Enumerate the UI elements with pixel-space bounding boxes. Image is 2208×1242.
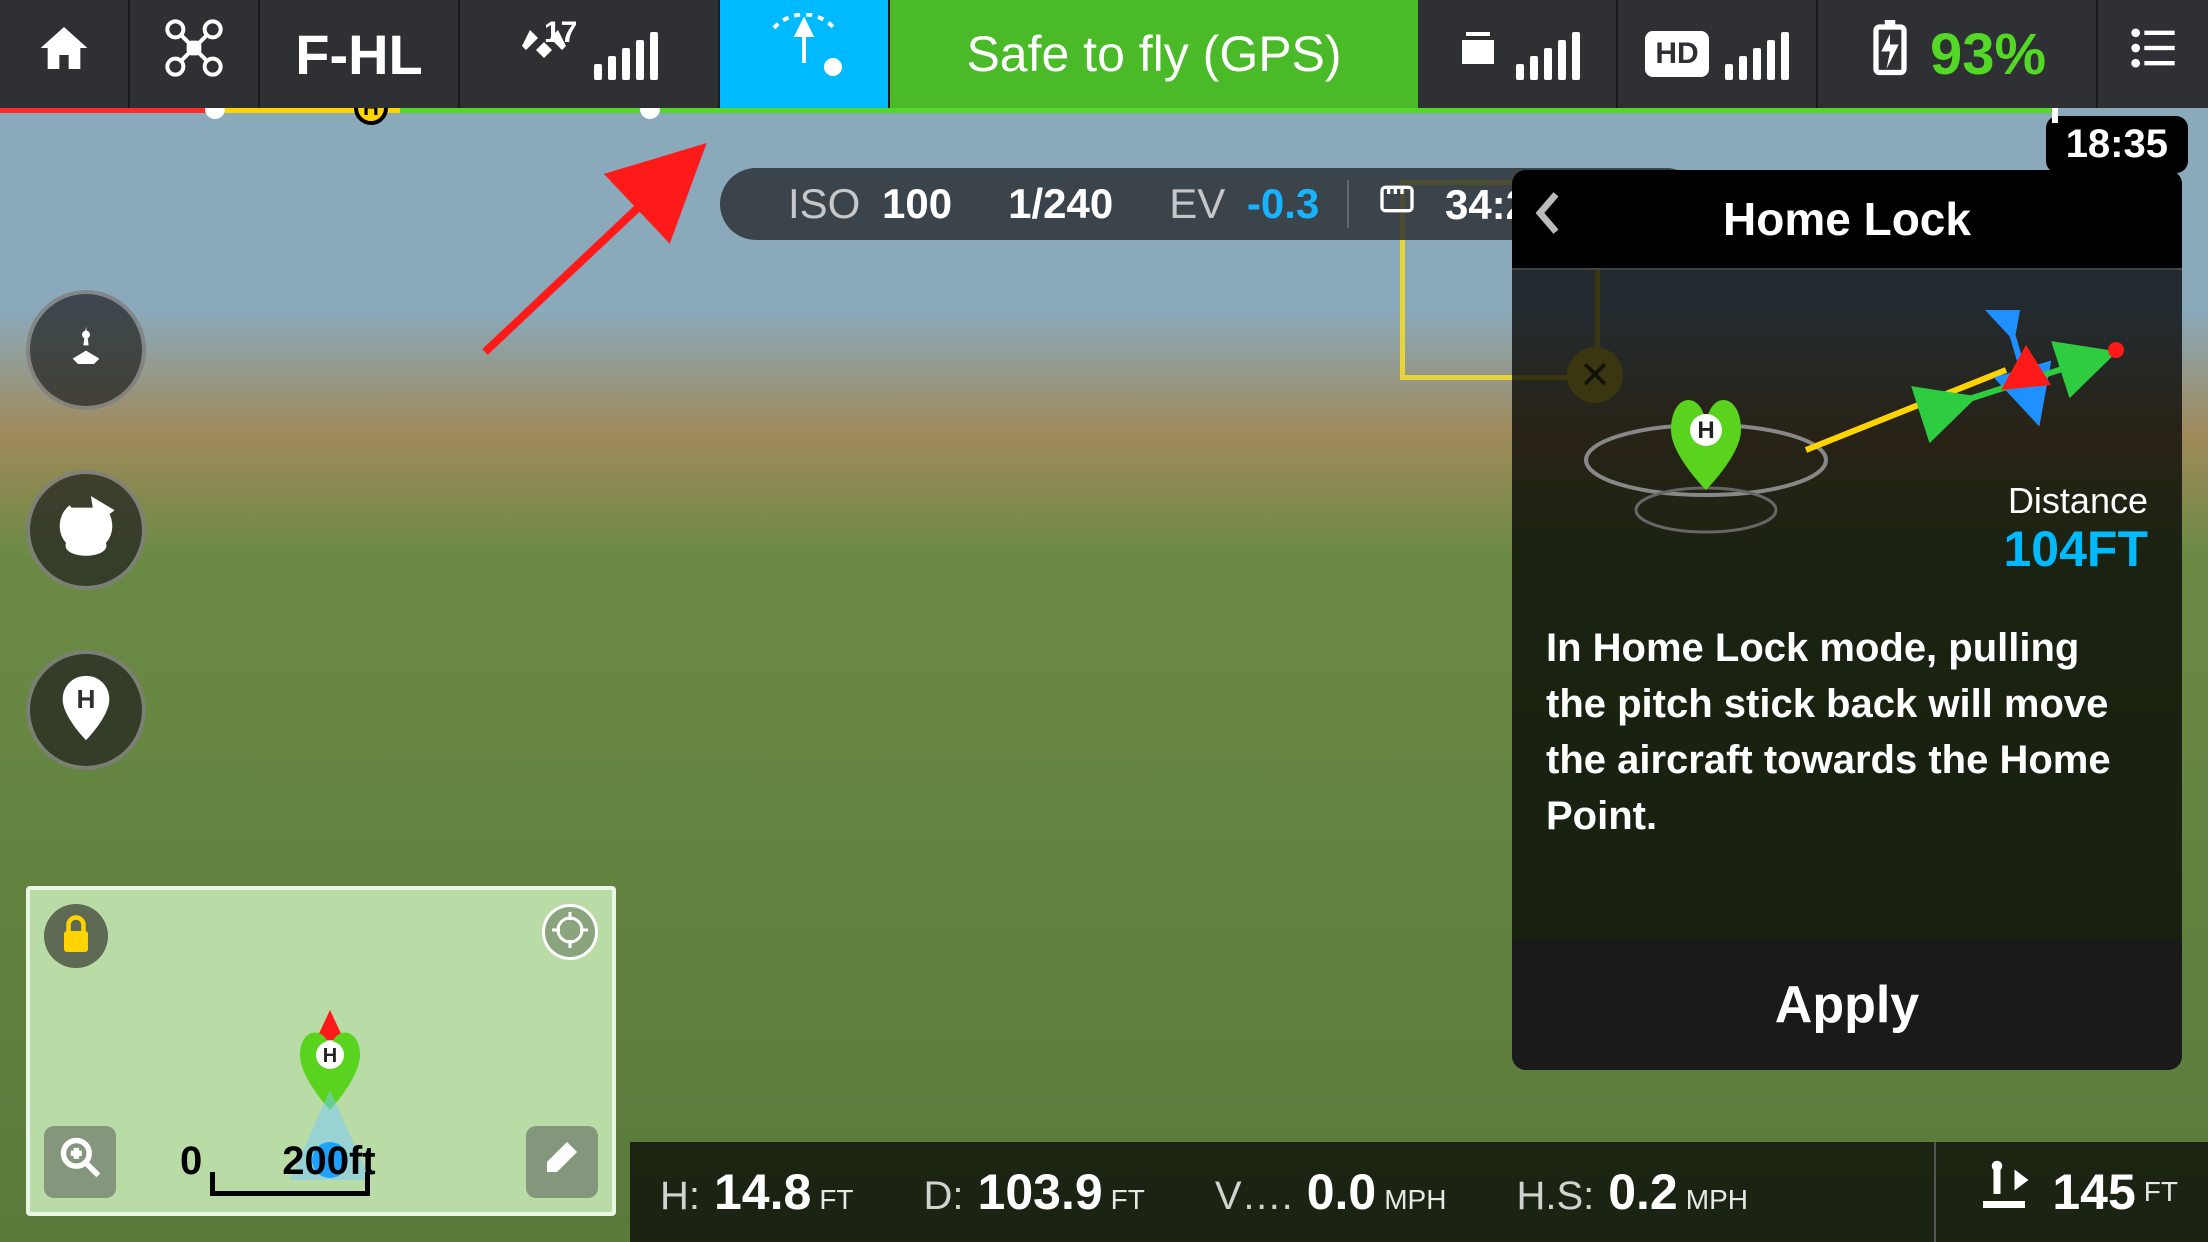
home-pin-icon: H <box>56 673 116 748</box>
svg-text:H: H <box>77 684 96 714</box>
return-to-home-button[interactable]: H <box>26 470 146 590</box>
home-icon <box>36 20 92 88</box>
vps-readout: 145 FT <box>1934 1142 2178 1242</box>
aircraft-status-button[interactable] <box>130 0 260 108</box>
annotation-arrow <box>475 142 715 367</box>
vertical-speed-readout: V…. 0.0 MPH <box>1215 1163 1447 1221</box>
eraser-icon <box>542 1137 582 1188</box>
panel-back-button[interactable] <box>1532 188 1602 250</box>
svg-text:H: H <box>323 1045 337 1067</box>
map-clear-button[interactable] <box>526 1126 598 1198</box>
scale-bar <box>210 1172 370 1196</box>
horizontal-speed-readout: H.S: 0.2 MPH <box>1516 1163 1748 1221</box>
iso-label: ISO <box>788 180 860 227</box>
left-action-buttons: H H <box>26 290 146 770</box>
battery-indicator[interactable]: 93% <box>1818 0 2098 108</box>
rth-icon: H <box>51 493 121 568</box>
flight-status-banner[interactable]: Safe to fly (GPS) <box>890 0 1418 108</box>
battery-percent: 93% <box>1930 21 2046 88</box>
map-zoom-button[interactable] <box>44 1126 116 1198</box>
flight-mode-indicator[interactable]: F-HL <box>260 0 460 108</box>
battery-icon <box>1868 20 1912 88</box>
ioc-mode-button[interactable] <box>720 0 890 108</box>
sd-card-icon <box>1377 181 1429 228</box>
telemetry-bar: H: 14.8 FT D: 103.9 FT V…. 0.0 MPH H.S: … <box>630 1142 2208 1242</box>
drone-icon <box>162 16 226 92</box>
rc-signal-indicator[interactable] <box>1418 0 1618 108</box>
signal-bars-icon <box>1516 28 1580 80</box>
svg-text:H: H <box>1697 417 1714 444</box>
iso-value: 100 <box>882 180 952 227</box>
ioc-icon <box>759 13 849 95</box>
satellite-count: 17 <box>544 16 577 50</box>
apply-button[interactable]: Apply <box>1512 940 2182 1070</box>
zoom-in-icon <box>58 1135 102 1190</box>
scale-min: 0 <box>180 1139 202 1184</box>
panel-title: Home Lock <box>1602 192 2092 246</box>
gps-signal-indicator[interactable]: 17 <box>460 0 720 108</box>
video-signal-indicator[interactable]: HD <box>1618 0 1818 108</box>
shutter-value: 1/240 <box>980 180 1141 228</box>
general-settings-button[interactable] <box>2098 0 2208 108</box>
home-lock-panel: Home Lock H Distance 104F <box>1512 170 2182 1070</box>
mini-map[interactable]: H 0 200ft <box>26 886 616 1216</box>
distance-value: 104FT <box>2003 520 2148 578</box>
ev-value: -0.3 <box>1247 180 1319 227</box>
signal-bars-icon <box>594 28 658 80</box>
flight-status-text: Safe to fly (GPS) <box>966 25 1341 83</box>
top-bar: F-HL 17 Safe to fly (GPS) HD <box>0 0 2208 108</box>
takeoff-land-button[interactable] <box>26 290 146 410</box>
apply-button-label: Apply <box>1775 975 1919 1035</box>
hd-icon: HD <box>1645 31 1708 77</box>
home-button[interactable] <box>0 0 130 108</box>
takeoff-icon <box>54 316 118 385</box>
distance-label: Distance <box>2008 480 2148 522</box>
panel-description: In Home Lock mode, pulling the pitch sti… <box>1546 620 2148 844</box>
panel-header: Home Lock <box>1512 170 2182 270</box>
altitude-readout: H: 14.8 FT <box>660 1163 854 1221</box>
flight-time-badge: 18:35 <box>2046 116 2188 173</box>
vps-icon <box>1976 1159 2032 1226</box>
distance-readout: D: 103.9 FT <box>924 1163 1145 1221</box>
home-lock-diagram: H Distance 104FT <box>1546 310 2148 570</box>
svg-text:H: H <box>79 534 94 556</box>
signal-bars-icon <box>1725 28 1789 80</box>
home-point-button[interactable]: H <box>26 650 146 770</box>
menu-icon <box>2127 22 2179 86</box>
rc-icon <box>1454 24 1502 84</box>
ev-label: EV <box>1169 180 1225 227</box>
flight-mode-label: F-HL <box>295 22 423 87</box>
